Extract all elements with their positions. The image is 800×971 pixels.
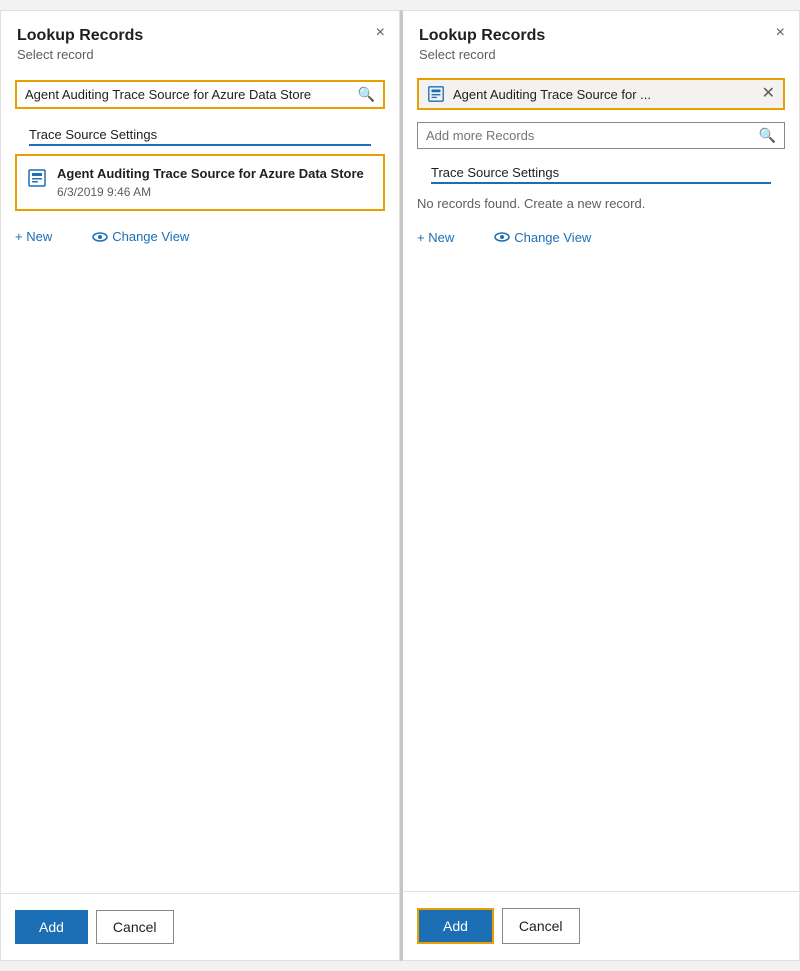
- left-add-button[interactable]: Add: [15, 910, 88, 944]
- left-record-name: Agent Auditing Trace Source for Azure Da…: [57, 166, 364, 183]
- right-change-view-link[interactable]: Change View: [494, 229, 591, 245]
- left-search-container: 🔍: [1, 72, 399, 121]
- left-new-link[interactable]: + New: [15, 229, 52, 244]
- right-selected-tag: Agent Auditing Trace Source for ... ✕: [417, 78, 785, 110]
- right-tag-text: Agent Auditing Trace Source for ...: [453, 87, 754, 102]
- right-tag-icon: [427, 85, 445, 103]
- right-search-icon: 🔍: [759, 127, 776, 144]
- left-record-item[interactable]: Agent Auditing Trace Source for Azure Da…: [15, 154, 385, 211]
- right-add-more-container: 🔍: [403, 118, 799, 159]
- right-add-more-input[interactable]: [426, 128, 759, 143]
- left-panel-title: Lookup Records: [17, 27, 383, 45]
- left-section-label: Trace Source Settings: [29, 121, 371, 146]
- right-action-bar: + New Change View: [403, 219, 799, 255]
- right-tag-close-button[interactable]: ✕: [762, 86, 775, 102]
- right-panel: Lookup Records Select record × Agent Aud…: [400, 10, 800, 961]
- right-new-link[interactable]: + New: [417, 230, 454, 245]
- left-change-view-link[interactable]: Change View: [92, 229, 189, 245]
- left-change-view-icon: [92, 229, 108, 245]
- right-change-view-label: Change View: [514, 230, 591, 245]
- right-cancel-button[interactable]: Cancel: [502, 908, 580, 944]
- left-record-icon: [27, 168, 47, 188]
- right-no-records-text: No records found. Create a new record.: [417, 192, 785, 219]
- right-selected-tag-container: Agent Auditing Trace Source for ... ✕: [403, 72, 799, 118]
- left-panel-subtitle: Select record: [17, 47, 383, 62]
- right-panel-footer: Add Cancel: [403, 891, 799, 960]
- left-section-wrapper: Trace Source Settings Agent Auditing Tra…: [1, 121, 399, 219]
- right-add-more-box[interactable]: 🔍: [417, 122, 785, 149]
- right-panel-subtitle: Select record: [419, 47, 783, 62]
- left-panel-close-button[interactable]: ×: [376, 25, 385, 41]
- left-panel-footer: Add Cancel: [1, 893, 399, 960]
- left-change-view-label: Change View: [112, 229, 189, 244]
- right-change-view-icon: [494, 229, 510, 245]
- left-search-input[interactable]: [25, 87, 358, 102]
- left-action-bar: + New Change View: [1, 219, 399, 255]
- left-search-icon: 🔍: [358, 86, 375, 103]
- left-panel-header: Lookup Records Select record ×: [1, 11, 399, 72]
- right-section-label: Trace Source Settings: [431, 159, 771, 184]
- right-panel-header: Lookup Records Select record ×: [403, 11, 799, 72]
- left-record-content: Agent Auditing Trace Source for Azure Da…: [57, 166, 364, 199]
- right-section-wrapper: Trace Source Settings No records found. …: [403, 159, 799, 219]
- left-panel: Lookup Records Select record × 🔍 Trace S…: [0, 10, 400, 961]
- right-panel-title: Lookup Records: [419, 27, 783, 45]
- left-search-box[interactable]: 🔍: [15, 80, 385, 109]
- left-cancel-button[interactable]: Cancel: [96, 910, 174, 944]
- right-add-button[interactable]: Add: [417, 908, 494, 944]
- left-record-date: 6/3/2019 9:46 AM: [57, 185, 364, 199]
- right-panel-close-button[interactable]: ×: [776, 25, 785, 41]
